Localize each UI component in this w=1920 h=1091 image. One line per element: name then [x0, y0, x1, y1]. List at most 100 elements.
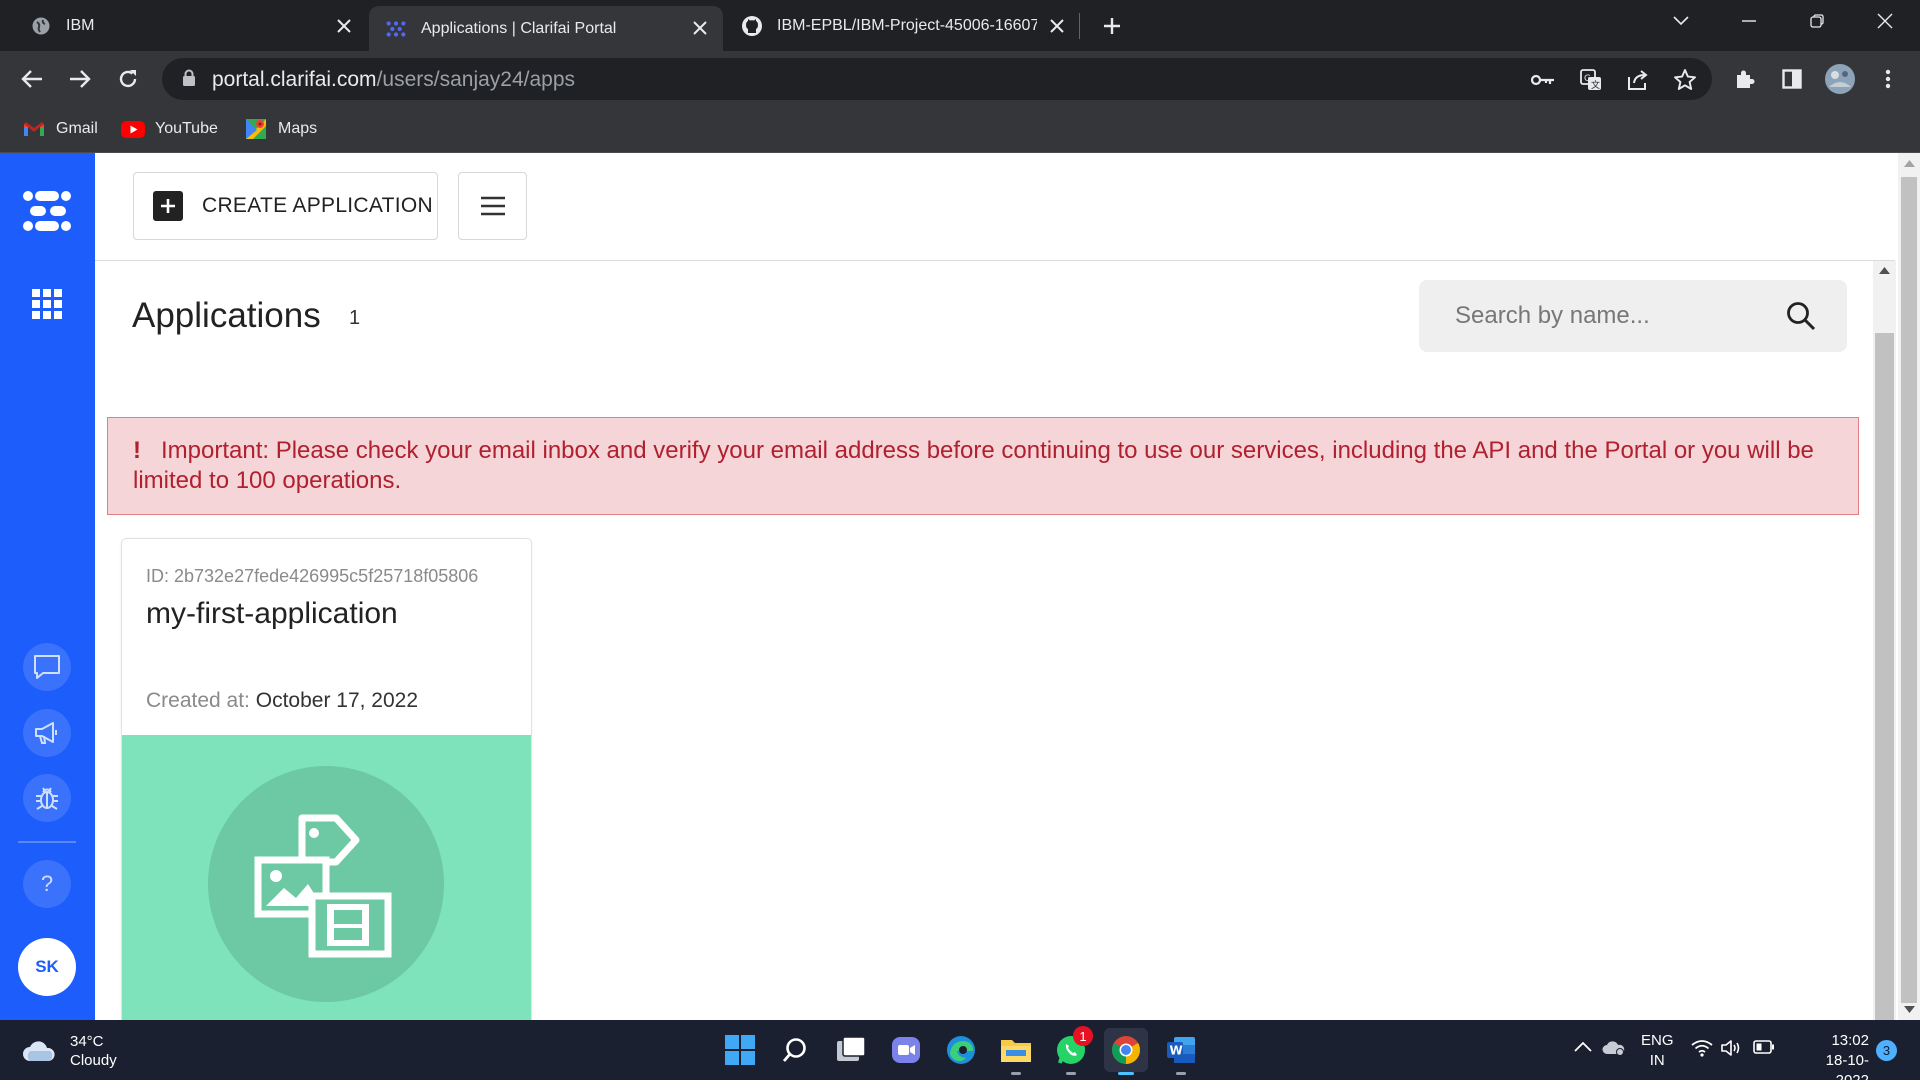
app-id: ID: 2b732e27fede426995c5f25718f05806	[146, 566, 479, 586]
chevron-down-icon	[1673, 16, 1689, 26]
whatsapp-button[interactable]: 1	[1049, 1026, 1093, 1075]
translate-icon[interactable]: G文	[1578, 67, 1604, 93]
search-box	[1419, 280, 1847, 352]
search-input[interactable]	[1419, 280, 1779, 352]
alert-icon: !	[133, 437, 141, 464]
extensions-button[interactable]	[1729, 63, 1761, 95]
onedrive-icon[interactable]	[1602, 1039, 1626, 1057]
word-button[interactable]: W	[1159, 1028, 1203, 1075]
bookmarks-bar: Gmail YouTube Maps	[0, 105, 1920, 153]
created-label: Created at:	[146, 689, 256, 712]
new-tab-button[interactable]	[1098, 12, 1126, 40]
search-icon[interactable]	[1785, 300, 1817, 332]
close-icon[interactable]	[688, 16, 712, 40]
help-button[interactable]: ?	[23, 860, 71, 908]
hamburger-icon	[480, 196, 505, 216]
wifi-icon[interactable]	[1691, 1039, 1713, 1057]
reload-button[interactable]	[112, 63, 144, 95]
apps-grid-button[interactable]	[32, 289, 62, 319]
media-tags-icon	[254, 814, 392, 958]
report-bug-button[interactable]	[23, 774, 71, 822]
profile-avatar[interactable]	[1822, 61, 1858, 97]
scrollbar-thumb[interactable]	[1901, 177, 1917, 1003]
notification-count-badge[interactable]: 3	[1876, 1040, 1897, 1061]
file-explorer-button[interactable]	[994, 1028, 1038, 1075]
tab-search-button[interactable]	[1649, 0, 1713, 42]
announcements-button[interactable]	[23, 709, 71, 757]
tab-ibm[interactable]: IBM	[30, 0, 360, 51]
puzzle-icon	[1737, 70, 1755, 88]
bug-icon	[36, 787, 58, 810]
scroll-up-icon	[1904, 160, 1915, 167]
bookmark-star-icon[interactable]	[1672, 67, 1698, 93]
tab-github[interactable]: IBM-EPBL/IBM-Project-45006-16607	[741, 0, 1081, 51]
chrome-icon	[1112, 1036, 1140, 1064]
system-clock[interactable]: 13:02 18-10-2022	[1793, 1031, 1869, 1091]
tab-title: IBM-EPBL/IBM-Project-45006-16607	[777, 16, 1037, 34]
tab-divider	[1079, 13, 1080, 39]
close-icon[interactable]	[1045, 14, 1069, 38]
weather-widget[interactable]: 34°C Cloudy	[22, 1032, 117, 1070]
scroll-down-icon	[1904, 1006, 1915, 1013]
notification-badge: 1	[1073, 1026, 1093, 1046]
language-indicator[interactable]: ENG IN	[1641, 1031, 1674, 1071]
video-chat-icon	[892, 1037, 920, 1063]
address-bar[interactable]: portal.clarifai.com/users/sanjay24/apps …	[162, 58, 1712, 100]
side-panel-button[interactable]	[1776, 63, 1808, 95]
globe-icon	[30, 15, 52, 37]
bookmark-maps[interactable]: Maps	[244, 115, 317, 143]
menu-button[interactable]	[458, 172, 527, 240]
edge-button[interactable]	[939, 1028, 983, 1072]
url-host: portal.clarifai.com	[212, 68, 377, 91]
user-avatar[interactable]: SK	[18, 938, 76, 996]
alert-text: Important: Please check your email inbox…	[133, 437, 1814, 494]
create-application-button[interactable]: CREATE APPLICATION	[133, 172, 438, 240]
forward-button[interactable]	[64, 63, 96, 95]
svg-text:文: 文	[1591, 79, 1600, 91]
page-title: Applications	[132, 296, 321, 335]
page-scrollbar[interactable]	[1898, 153, 1920, 1020]
share-icon[interactable]	[1625, 67, 1651, 93]
weather-desc: Cloudy	[70, 1052, 117, 1069]
clarifai-logo[interactable]	[22, 189, 72, 233]
feedback-button[interactable]	[23, 643, 71, 691]
task-view-button[interactable]	[829, 1028, 873, 1072]
chrome-button[interactable]	[1104, 1028, 1148, 1075]
back-button[interactable]	[16, 63, 48, 95]
minimize-button[interactable]	[1717, 0, 1781, 42]
app-thumbnail[interactable]	[122, 735, 531, 1020]
side-panel-icon	[1782, 69, 1802, 89]
bookmark-youtube[interactable]: YouTube	[121, 115, 218, 143]
start-button[interactable]	[718, 1028, 762, 1072]
language-code: ENG	[1641, 1032, 1674, 1049]
app-name[interactable]: my-first-application	[146, 597, 398, 631]
search-icon	[782, 1038, 806, 1062]
lock-icon[interactable]	[182, 69, 196, 87]
content-scrollbar[interactable]	[1873, 261, 1896, 1020]
word-icon: W	[1167, 1037, 1195, 1063]
volume-icon[interactable]	[1721, 1039, 1743, 1057]
battery-icon[interactable]	[1753, 1040, 1775, 1054]
windows-icon	[725, 1035, 755, 1065]
chrome-menu-button[interactable]	[1872, 63, 1904, 95]
teams-chat-button[interactable]	[884, 1028, 928, 1072]
key-icon[interactable]	[1530, 67, 1556, 93]
bookmark-gmail[interactable]: Gmail	[22, 115, 98, 143]
application-card[interactable]: ID: 2b732e27fede426995c5f25718f05806 my-…	[121, 538, 532, 1020]
tab-clarifai[interactable]: Applications | Clarifai Portal	[369, 6, 723, 51]
close-icon[interactable]	[332, 14, 356, 38]
folder-icon	[1001, 1040, 1031, 1062]
task-view-icon	[837, 1037, 866, 1061]
youtube-icon	[121, 119, 145, 139]
close-window-button[interactable]	[1853, 0, 1917, 42]
scrollbar-thumb[interactable]	[1875, 333, 1894, 1020]
gmail-icon	[22, 119, 46, 139]
created-date: October 17, 2022	[255, 689, 419, 712]
url-text[interactable]: portal.clarifai.com/users/sanjay24/apps	[212, 68, 575, 92]
restore-button[interactable]	[1785, 0, 1849, 42]
browser-toolbar: portal.clarifai.com/users/sanjay24/apps …	[0, 51, 1920, 105]
tray-overflow-button[interactable]	[1574, 1041, 1592, 1053]
cloud-icon	[23, 1041, 55, 1061]
taskbar-search-button[interactable]	[773, 1028, 817, 1072]
clarifai-logo-icon	[23, 191, 71, 231]
